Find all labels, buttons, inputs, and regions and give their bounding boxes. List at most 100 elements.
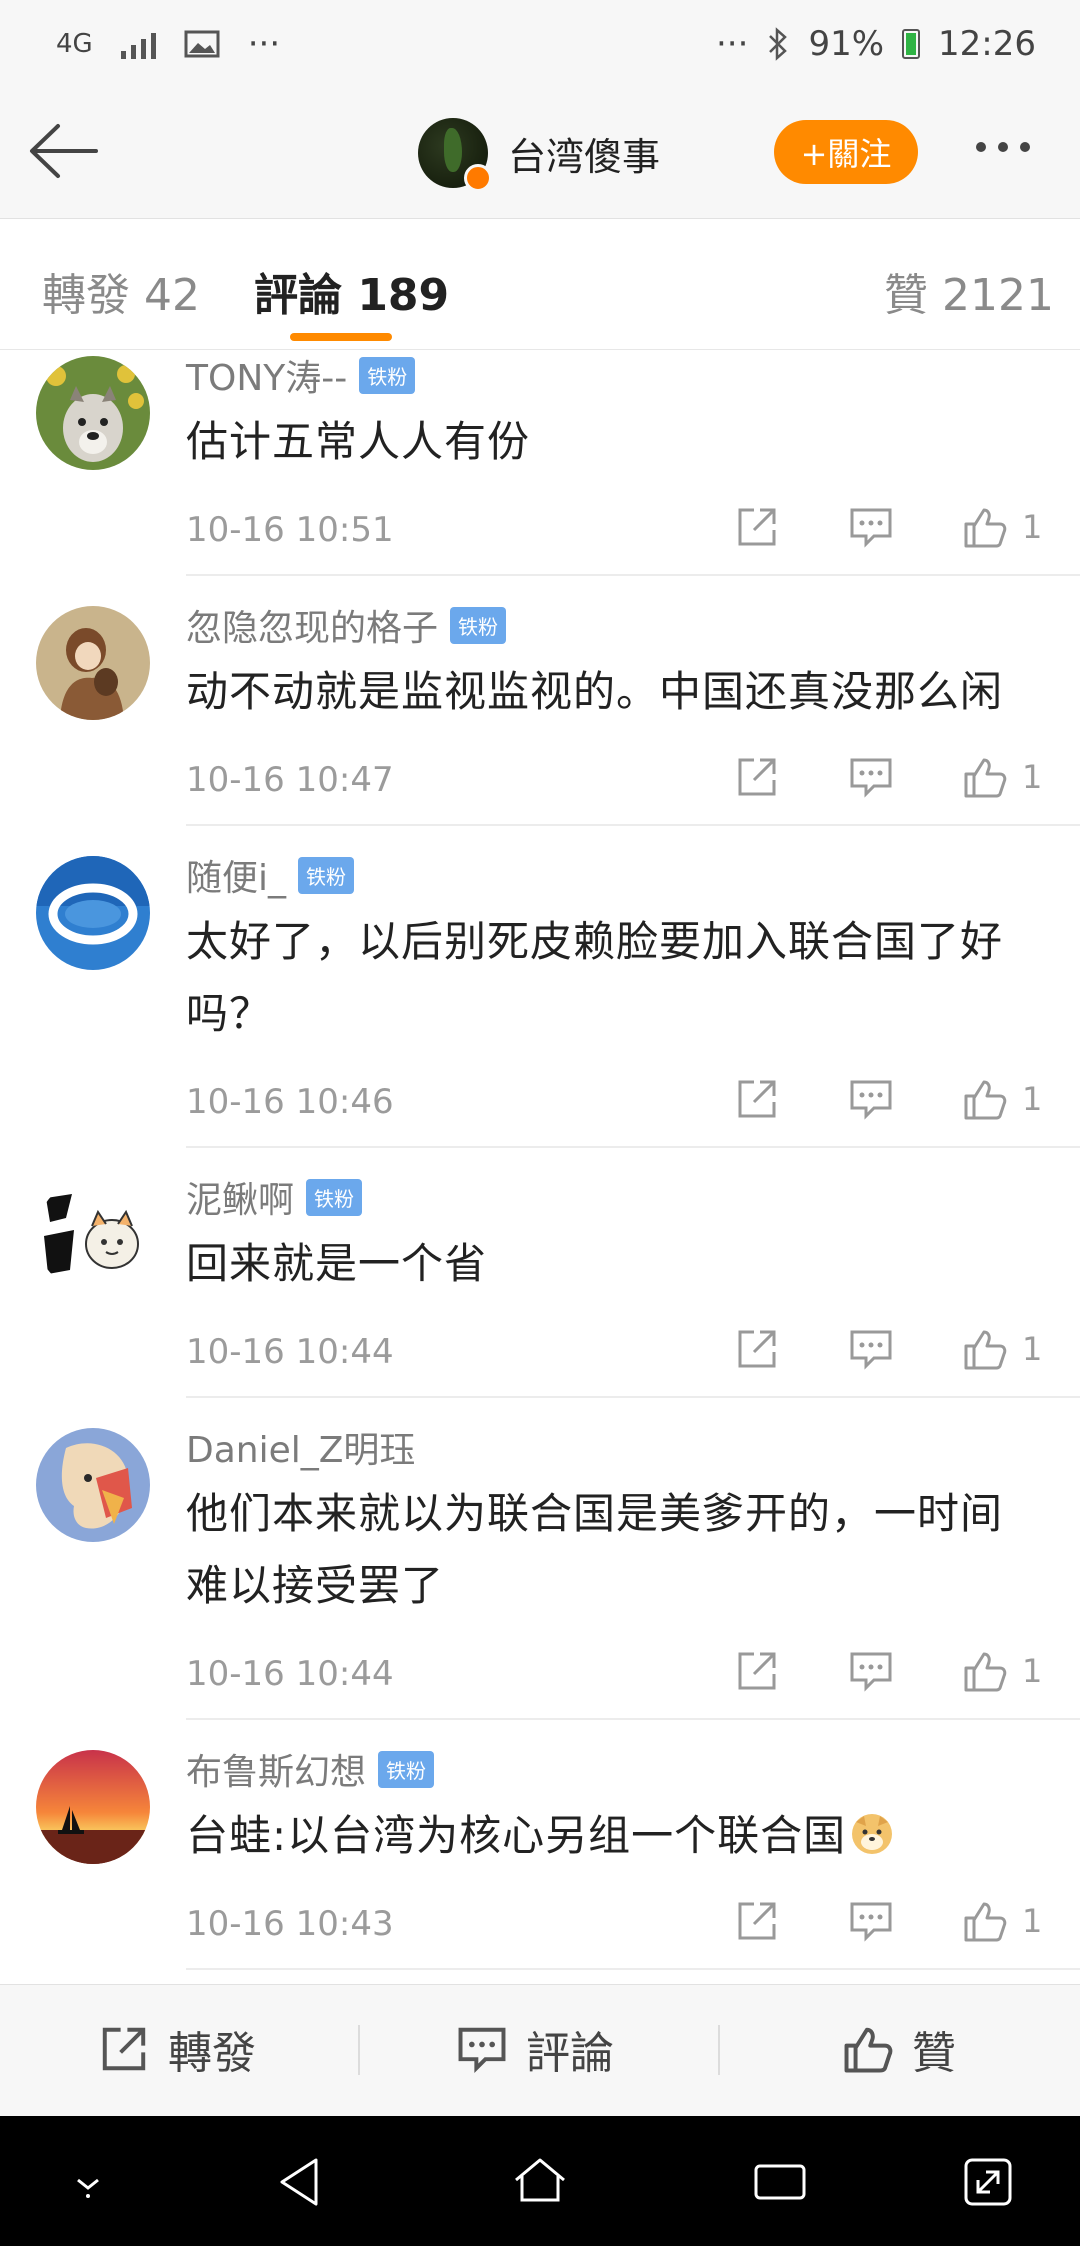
repost-button[interactable]: 轉發 bbox=[98, 2017, 256, 2081]
comment-item[interactable]: 泥鳅啊 铁粉 回来就是一个省 10-16 10:44 1 bbox=[0, 1172, 1080, 1422]
lucky-cat-avatar bbox=[36, 1178, 150, 1292]
follow-button[interactable]: +關注 bbox=[774, 120, 918, 184]
divider bbox=[186, 1718, 1080, 1720]
comment-time: 10-16 10:44 bbox=[186, 1332, 394, 1372]
collapse-icon[interactable] bbox=[56, 2150, 120, 2214]
comment-time: 10-16 10:44 bbox=[186, 1654, 394, 1694]
status-overflow: ··· bbox=[716, 24, 749, 64]
like-icon[interactable] bbox=[962, 504, 1008, 550]
cloud-avatar bbox=[36, 856, 150, 970]
system-nav-bar bbox=[0, 2116, 1080, 2246]
dog-avatar bbox=[36, 356, 150, 470]
avatar[interactable] bbox=[36, 1178, 150, 1292]
comment-author[interactable]: 布鲁斯幻想 bbox=[186, 1743, 366, 1795]
comment-author[interactable]: Daniel_Z明珏 bbox=[186, 1421, 415, 1473]
comment-text: 回来就是一个省 bbox=[186, 1239, 488, 1288]
network-indicator: 4G bbox=[56, 29, 93, 59]
comment-author[interactable]: 忽隐忽现的格子 bbox=[186, 599, 438, 651]
comment-author[interactable]: TONY涛-- bbox=[186, 350, 347, 401]
notification-overflow: ··· bbox=[247, 24, 281, 64]
tab-likes[interactable]: 贊 2121 bbox=[884, 259, 1054, 323]
like-icon[interactable] bbox=[962, 1326, 1008, 1372]
comment-icon[interactable] bbox=[848, 504, 894, 550]
like-count: 1 bbox=[1022, 1330, 1043, 1368]
comment-item[interactable]: 随便i_ 铁粉 太好了，以后别死皮赖脸要加入联合国了好吗？ 10-16 10:4… bbox=[0, 850, 1080, 1172]
share-icon[interactable] bbox=[734, 504, 780, 550]
account-title[interactable]: 台湾傻事 bbox=[418, 118, 660, 192]
comment-icon[interactable] bbox=[848, 1648, 894, 1694]
comment-text: 太好了，以后别死皮赖脸要加入联合国了好吗？ bbox=[186, 917, 1004, 1038]
share-icon[interactable] bbox=[734, 1326, 780, 1372]
back-button[interactable] bbox=[24, 116, 104, 186]
like-icon bbox=[844, 2027, 893, 2073]
comment-item[interactable]: 布鲁斯幻想 铁粉 台蛙:以台湾为核心另组一个联合国 10-16 10:43 1 bbox=[0, 1744, 1080, 1980]
like-icon[interactable] bbox=[962, 754, 1008, 800]
comment-time: 10-16 10:46 bbox=[186, 1082, 394, 1122]
avatar[interactable] bbox=[36, 1750, 150, 1864]
top-nav: 台湾傻事 +關注 bbox=[0, 90, 1080, 219]
expand-icon[interactable] bbox=[956, 2150, 1020, 2214]
comment-label: 評論 bbox=[526, 2028, 614, 2079]
sunset-avatar bbox=[36, 1750, 150, 1864]
like-count: 1 bbox=[1022, 1080, 1043, 1118]
divider bbox=[186, 824, 1080, 826]
like-label: 贊 bbox=[912, 2028, 956, 2079]
tab-comments[interactable]: 評論 189 bbox=[254, 259, 449, 323]
comment-time: 10-16 10:47 bbox=[186, 760, 394, 800]
like-count: 1 bbox=[1022, 758, 1043, 796]
share-icon[interactable] bbox=[734, 1648, 780, 1694]
like-icon[interactable] bbox=[962, 1076, 1008, 1122]
home-icon[interactable] bbox=[508, 2150, 572, 2214]
comment-icon[interactable] bbox=[848, 1076, 894, 1122]
account-avatar[interactable] bbox=[418, 118, 492, 192]
comment-item[interactable]: TONY涛-- 铁粉 估计五常人人有份 10-16 10:51 1 bbox=[0, 350, 1080, 600]
more-button[interactable] bbox=[976, 142, 1030, 152]
more-dot bbox=[976, 142, 986, 152]
bluetooth-icon bbox=[769, 27, 788, 61]
comment-author[interactable]: 泥鳅啊 bbox=[186, 1171, 294, 1223]
active-tab-indicator bbox=[290, 333, 392, 341]
share-icon[interactable] bbox=[734, 1076, 780, 1122]
like-button[interactable]: 贊 bbox=[842, 2017, 956, 2081]
like-icon[interactable] bbox=[962, 1898, 1008, 1944]
avatar[interactable] bbox=[36, 856, 150, 970]
share-icon[interactable] bbox=[734, 754, 780, 800]
fan-badge: 铁粉 bbox=[378, 1750, 435, 1788]
comment-button[interactable]: 評論 bbox=[456, 2017, 614, 2081]
comment-icon[interactable] bbox=[848, 1326, 894, 1372]
comment-item[interactable]: 忽隐忽现的格子 铁粉 动不动就是监视监视的。中国还真没那么闲 10-16 10:… bbox=[0, 600, 1080, 850]
comment-list[interactable]: TONY涛-- 铁粉 估计五常人人有份 10-16 10:51 1 忽隐忽现的格… bbox=[0, 350, 1080, 1980]
comment-meta: 10-16 10:51 1 bbox=[186, 504, 1044, 554]
clock: 12:26 bbox=[938, 24, 1036, 64]
like-icon[interactable] bbox=[962, 1648, 1008, 1694]
comment-text-content: 台蛙:以台湾为核心另组一个联合国 bbox=[186, 1811, 847, 1860]
comment-author[interactable]: 随便i_ bbox=[186, 849, 286, 901]
share-icon[interactable] bbox=[734, 1898, 780, 1944]
back-nav-icon[interactable] bbox=[270, 2150, 334, 2214]
comment-item[interactable]: Daniel_Z明珏 他们本来就以为联合国是美爹开的，一时间难以接受罢了 10-… bbox=[0, 1422, 1080, 1744]
recents-icon[interactable] bbox=[748, 2150, 812, 2214]
avatar[interactable] bbox=[36, 606, 150, 720]
status-bar: 4G ··· ··· 91% 12:26 bbox=[0, 0, 1080, 90]
comment-icon[interactable] bbox=[848, 1898, 894, 1944]
comment-meta: 10-16 10:44 1 bbox=[186, 1648, 1044, 1698]
battery-icon bbox=[902, 29, 921, 59]
fan-badge: 铁粉 bbox=[306, 1178, 363, 1216]
tab-reposts[interactable]: 轉發 42 bbox=[42, 259, 200, 323]
comment-time: 10-16 10:51 bbox=[186, 510, 394, 550]
like-count: 1 bbox=[1022, 508, 1043, 546]
fan-badge: 铁粉 bbox=[450, 606, 507, 644]
comment-text: 动不动就是监视监视的。中国还真没那么闲 bbox=[186, 667, 1004, 716]
doge-emoji-icon bbox=[852, 1814, 893, 1854]
image-icon bbox=[184, 30, 220, 58]
comment-icon[interactable] bbox=[848, 754, 894, 800]
avatar[interactable] bbox=[36, 1428, 150, 1542]
divider bbox=[186, 574, 1080, 576]
divider bbox=[186, 1396, 1080, 1398]
repost-icon bbox=[102, 2027, 146, 2071]
signal-icon bbox=[120, 29, 156, 59]
fan-badge: 铁粉 bbox=[298, 856, 355, 894]
avatar[interactable] bbox=[36, 356, 150, 470]
arrow-left-icon bbox=[30, 124, 98, 178]
repost-label: 轉發 bbox=[168, 2028, 256, 2079]
